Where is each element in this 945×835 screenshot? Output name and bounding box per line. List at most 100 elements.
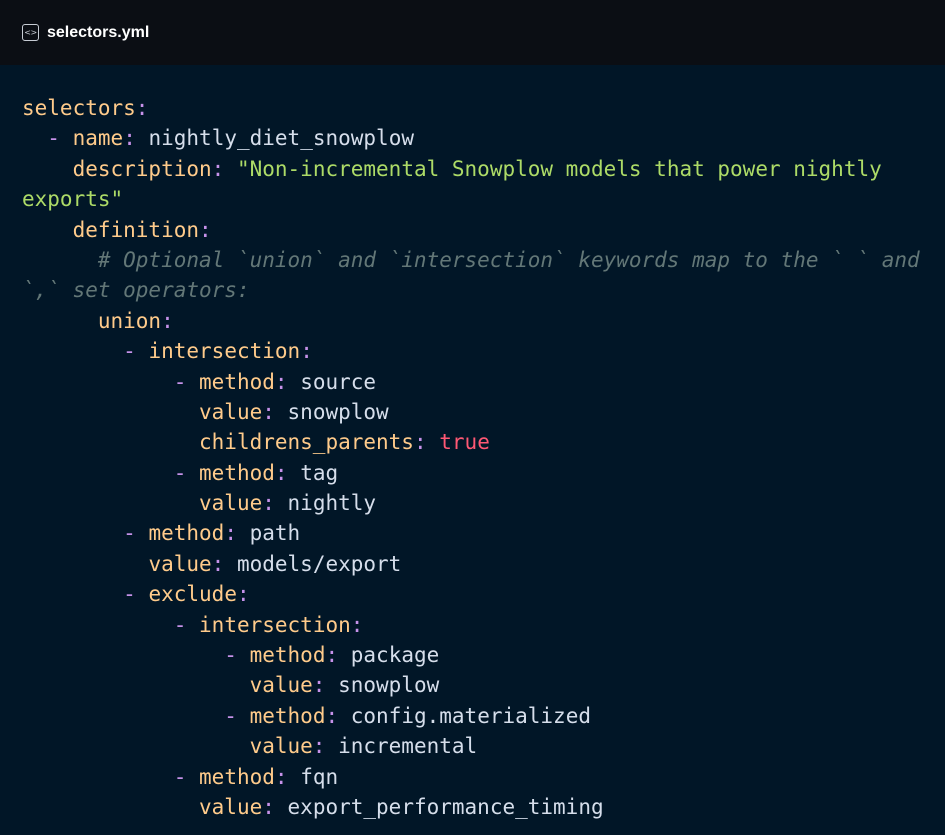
code-token: snowplow bbox=[274, 399, 389, 424]
code-token: tag bbox=[287, 460, 339, 485]
code-file-icon: <> bbox=[22, 24, 39, 41]
code-token: value bbox=[249, 734, 313, 759]
code-token: - bbox=[123, 339, 136, 364]
code-token: value bbox=[199, 399, 263, 424]
code-line: value: snowplow bbox=[22, 397, 945, 427]
code-token: : bbox=[312, 734, 326, 759]
code-token: package bbox=[338, 643, 440, 668]
code-token: : bbox=[262, 794, 275, 819]
code-token: nightly bbox=[274, 491, 377, 516]
code-line: - method: source bbox=[22, 367, 945, 397]
code-token: `,` set operators: bbox=[22, 278, 250, 303]
code-token: method bbox=[249, 643, 326, 668]
code-line: exports" bbox=[22, 184, 945, 214]
code-token: definition bbox=[72, 217, 200, 242]
code-token: : bbox=[325, 703, 339, 728]
code-token: name bbox=[72, 126, 124, 151]
code-token: : bbox=[274, 460, 288, 485]
code-line: - intersection: bbox=[22, 336, 945, 366]
code-token: method bbox=[199, 369, 275, 394]
code-line: value: incremental bbox=[22, 731, 945, 761]
code-line: - method: path bbox=[22, 518, 945, 548]
code-line: - method: package bbox=[22, 640, 945, 670]
code-token: # Optional `union` and `intersection` ke… bbox=[22, 247, 920, 272]
code-line: `,` set operators: bbox=[22, 275, 945, 305]
code-block[interactable]: selectors: - name: nightly_diet_snowplow… bbox=[0, 65, 945, 835]
code-token: value bbox=[199, 491, 263, 516]
code-token: : bbox=[123, 126, 136, 151]
code-token: - bbox=[173, 612, 187, 637]
file-header: <> selectors.yml bbox=[0, 0, 945, 65]
code-token: - bbox=[173, 369, 187, 394]
code-line: - method: fqn bbox=[22, 762, 945, 792]
code-token: nightly_diet_snowplow bbox=[135, 126, 414, 151]
code-line: - name: nightly_diet_snowplow bbox=[22, 123, 945, 153]
code-token: : bbox=[211, 551, 225, 576]
code-token: - bbox=[224, 703, 237, 728]
code-token: : bbox=[274, 764, 288, 789]
code-token: : bbox=[312, 673, 326, 698]
file-name: selectors.yml bbox=[47, 23, 150, 41]
code-line: - method: tag bbox=[22, 458, 945, 488]
code-line: definition: bbox=[22, 215, 945, 245]
code-line: description: "Non-incremental Snowplow m… bbox=[22, 154, 945, 184]
code-token: : bbox=[262, 491, 275, 516]
code-line: - intersection: bbox=[22, 610, 945, 640]
code-token: value bbox=[249, 673, 313, 698]
code-token: intersection bbox=[199, 612, 351, 637]
code-line: union: bbox=[22, 306, 945, 336]
code-token: - bbox=[173, 460, 187, 485]
code-token: source bbox=[287, 369, 377, 394]
code-token: : bbox=[161, 308, 174, 333]
code-token: "Non-incremental Snowplow models that po… bbox=[224, 156, 882, 181]
code-line: value: snowplow bbox=[22, 670, 945, 700]
code-token: : bbox=[135, 96, 149, 120]
code-token: - bbox=[47, 126, 60, 151]
code-token: : bbox=[262, 399, 275, 424]
code-line: - exclude: bbox=[22, 579, 945, 609]
code-token: - bbox=[123, 582, 136, 607]
code-line: - method: config.materialized bbox=[22, 701, 945, 731]
code-token: snowplow bbox=[325, 673, 440, 698]
code-token: : bbox=[211, 156, 225, 181]
code-line: value: models/export bbox=[22, 549, 945, 579]
code-token: : bbox=[300, 339, 313, 364]
code-token: method bbox=[249, 703, 326, 728]
code-token: method bbox=[148, 521, 225, 546]
code-token: intersection bbox=[148, 339, 301, 364]
code-token: : bbox=[413, 430, 427, 455]
code-line: selectors: bbox=[22, 93, 945, 123]
code-token: childrens_parents bbox=[199, 430, 414, 455]
code-token: value bbox=[148, 551, 212, 576]
code-token: selectors bbox=[22, 96, 136, 120]
code-token: method bbox=[199, 764, 275, 789]
code-token: value bbox=[199, 794, 263, 819]
code-line: value: export_performance_timing bbox=[22, 792, 945, 822]
code-token: : bbox=[350, 612, 364, 637]
code-token: - bbox=[173, 764, 187, 789]
